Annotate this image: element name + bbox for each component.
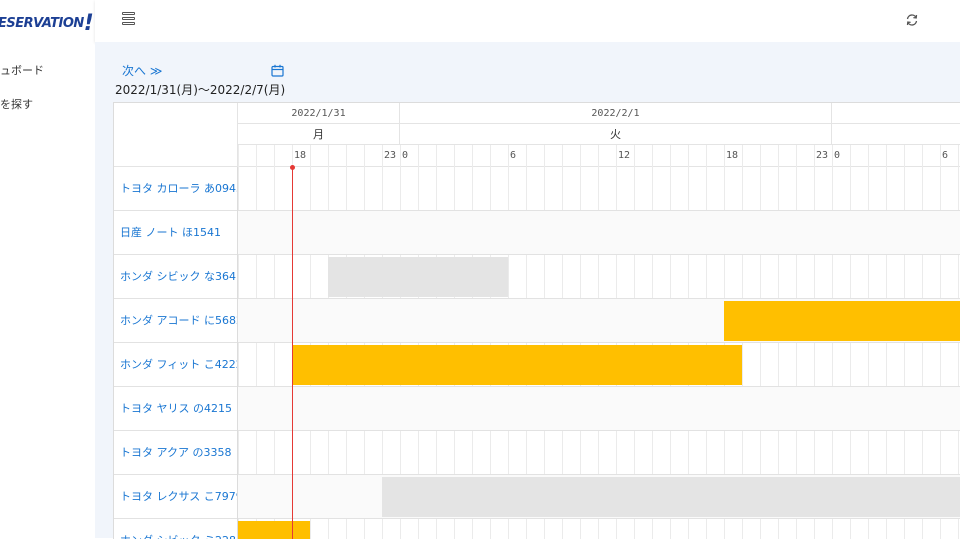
day-header-weekday: 火: [400, 124, 832, 145]
reservation-bar[interactable]: [724, 301, 960, 341]
row-divider: [114, 518, 960, 519]
refresh-button[interactable]: [905, 12, 921, 28]
hour-label: 23: [816, 150, 829, 161]
main-content: 次へ ≫ 2022/1/31(月)〜2022/2/7(月) 2022/1/31 月…: [95, 42, 960, 539]
row-divider: [114, 254, 960, 255]
vehicle-link[interactable]: ホンダ シビック な3641: [114, 255, 238, 299]
day-header-date: [832, 103, 960, 124]
vehicle-link[interactable]: ホンダ アコード に5682: [114, 299, 238, 343]
row-divider: [114, 430, 960, 431]
calendar-icon: [271, 64, 284, 77]
day-header-weekday: [832, 124, 960, 145]
label-column-border: [237, 167, 238, 539]
current-time-line: [292, 167, 293, 539]
vehicle-link[interactable]: トヨタ カローラ あ0945: [114, 167, 238, 211]
row-stripe: [238, 211, 960, 255]
hour-label: 6: [942, 150, 949, 161]
vehicle-link[interactable]: ホンダ シビック ミ2281: [114, 519, 238, 539]
vehicle-link[interactable]: トヨタ レクサス こ7979: [114, 475, 238, 519]
next-week-link[interactable]: 次へ ≫: [122, 62, 162, 79]
sidebar: ESERVATION! ュボード を探す: [0, 0, 95, 538]
day-header-date: 2022/1/31: [238, 103, 400, 124]
hour-label: 18: [726, 150, 739, 161]
vehicle-link[interactable]: トヨタ アクア の3358: [114, 431, 238, 475]
gantt-corner: [114, 103, 238, 167]
day-header-date: 2022/2/1: [400, 103, 832, 124]
reservation-bar[interactable]: [328, 257, 508, 297]
hour-label: 6: [510, 150, 517, 161]
sidebar-item-search[interactable]: を探す: [0, 96, 33, 112]
app-logo[interactable]: ESERVATION!: [0, 8, 94, 36]
hour-label: 12: [618, 150, 631, 161]
reservation-bar[interactable]: [292, 345, 742, 385]
menu-toggle-button[interactable]: [121, 11, 137, 27]
current-time-marker: [290, 165, 295, 170]
calendar-button[interactable]: [271, 62, 285, 77]
date-range-label: 2022/1/31(月)〜2022/2/7(月): [115, 83, 286, 97]
sidebar-item-dashboard[interactable]: ュボード: [0, 62, 44, 78]
row-divider: [114, 342, 960, 343]
vehicle-link[interactable]: ホンダ フィット こ4222: [114, 343, 238, 387]
vehicle-link[interactable]: トヨタ ヤリス の4215: [114, 387, 238, 431]
refresh-icon: [906, 14, 918, 26]
vehicle-link[interactable]: 日産 ノート ほ1541: [114, 211, 238, 255]
hour-label: 0: [402, 150, 409, 161]
reservation-bar[interactable]: [238, 521, 310, 539]
gantt-chart: 2022/1/31 月 2022/2/1 火 18 23 0 6 12 18 23 0 6 トヨタ カロー…: [113, 102, 960, 539]
hour-label: 23: [384, 150, 397, 161]
hour-label: 0: [834, 150, 841, 161]
row-stripe: [238, 387, 960, 431]
reservation-bar[interactable]: [382, 477, 960, 517]
hour-label: 18: [294, 150, 307, 161]
day-header-weekday: 月: [238, 124, 400, 145]
top-header: [95, 0, 960, 42]
